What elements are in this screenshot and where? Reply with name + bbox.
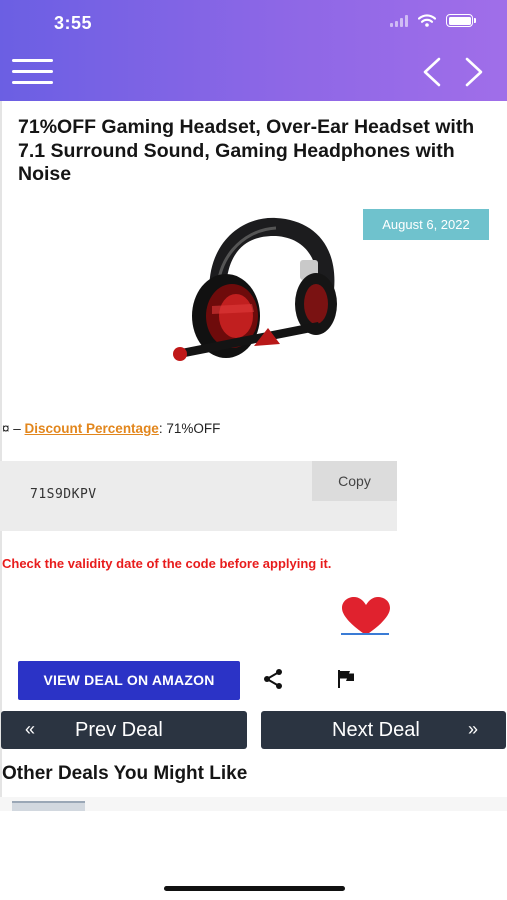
- double-chevron-left-icon: «: [25, 719, 36, 739]
- battery-icon: [446, 14, 476, 27]
- prev-deal-label: Prev Deal: [75, 719, 163, 741]
- product-image: [173, 217, 337, 361]
- view-deal-on-amazon-button[interactable]: VIEW DEAL ON AMAZON: [18, 661, 240, 700]
- prev-deal-button[interactable]: « Prev Deal: [1, 711, 247, 749]
- heart-icon: [342, 597, 390, 635]
- favorite-underline: [341, 633, 389, 635]
- chevron-left-icon[interactable]: [420, 57, 444, 87]
- app-header: 3:55: [0, 0, 507, 101]
- wifi-icon: [418, 14, 436, 27]
- content-edge: [0, 101, 2, 811]
- deal-title: 71%OFF Gaming Headset, Over-Ear Headset …: [18, 116, 475, 185]
- hamburger-menu-button[interactable]: [12, 59, 53, 85]
- status-icons: [390, 14, 476, 27]
- status-time: 3:55: [54, 13, 93, 33]
- next-deal-label: Next Deal: [332, 719, 420, 741]
- other-deals-carousel: [0, 797, 507, 811]
- discount-line: ¤ – Discount Percentage: 71%OFF: [2, 421, 220, 436]
- home-indicator: [164, 886, 345, 891]
- coupon-code[interactable]: 71S9DKPV: [30, 487, 97, 502]
- flag-icon[interactable]: [335, 668, 357, 690]
- other-deals-heading: Other Deals You Might Like: [2, 763, 248, 784]
- discount-percentage-link[interactable]: Discount Percentage: [25, 421, 159, 436]
- discount-value: : 71%OFF: [158, 421, 221, 436]
- next-deal-button[interactable]: Next Deal »: [261, 711, 506, 749]
- share-icon[interactable]: [261, 667, 285, 691]
- copy-button[interactable]: Copy: [312, 461, 397, 501]
- discount-prefix: ¤ –: [2, 421, 25, 436]
- chevron-right-icon[interactable]: [462, 57, 486, 87]
- favorite-button[interactable]: [340, 597, 392, 637]
- coupon-box: 71S9DKPV Copy: [0, 461, 397, 531]
- validity-warning: Check the validity date of the code befo…: [2, 556, 332, 571]
- double-chevron-right-icon: »: [468, 719, 479, 739]
- deal-thumbnail[interactable]: [12, 801, 85, 811]
- signal-icon: [390, 14, 408, 27]
- date-badge: August 6, 2022: [363, 209, 489, 240]
